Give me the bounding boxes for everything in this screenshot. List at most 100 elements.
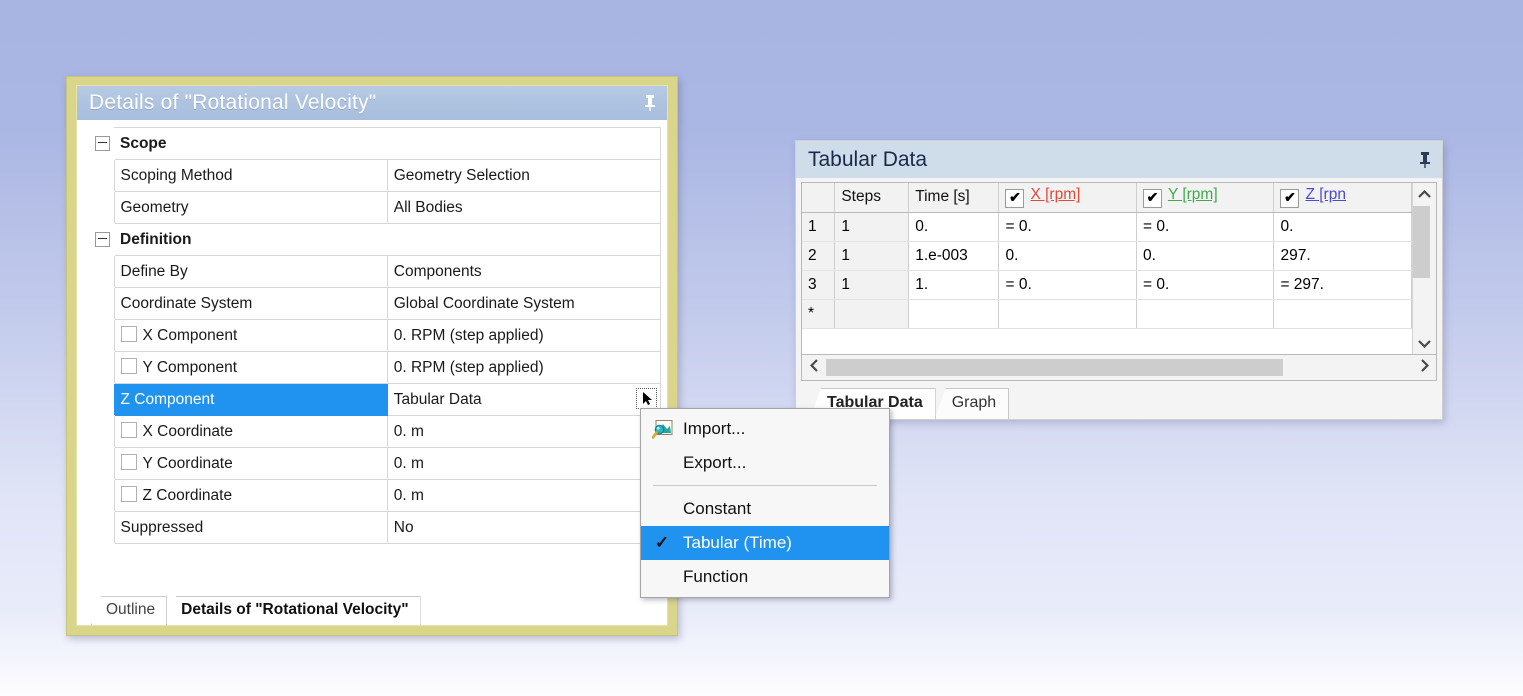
- property-value[interactable]: Geometry Selection: [386, 159, 662, 192]
- property-name: Z Coordinate: [142, 487, 233, 504]
- cell-z[interactable]: 0.: [1273, 212, 1412, 242]
- column-header-x[interactable]: ✔ X [rpm]: [998, 183, 1137, 213]
- table-row[interactable]: X Component 0. RPM (step applied): [83, 319, 662, 352]
- menu-item-export[interactable]: Export...: [641, 446, 889, 480]
- table-row[interactable]: 1 1 0. = 0. = 0. 0.: [802, 212, 1412, 242]
- tab-details[interactable]: Details of "Rotational Velocity": [166, 596, 421, 625]
- table-row[interactable]: Definition: [83, 223, 661, 256]
- table-row-selected[interactable]: Z Component Tabular Data: [83, 383, 662, 416]
- property-value[interactable]: No: [386, 511, 662, 544]
- table-row[interactable]: Y Component 0. RPM (step applied): [83, 351, 662, 384]
- column-header-z[interactable]: ✔ Z [rpn: [1273, 183, 1412, 213]
- property-checkbox[interactable]: [120, 486, 137, 502]
- table-row[interactable]: Z Coordinate 0. m: [83, 479, 662, 512]
- vertical-scrollbar[interactable]: [1412, 183, 1436, 354]
- cell-time[interactable]: 1.: [908, 270, 1000, 300]
- tabular-panel-title: Tabular Data: [808, 147, 928, 171]
- tab-outline[interactable]: Outline: [91, 596, 168, 625]
- chevron-down-icon[interactable]: [1413, 332, 1436, 354]
- cell-steps[interactable]: 1: [834, 212, 910, 242]
- row-number: 3: [802, 270, 836, 300]
- cell-time[interactable]: 0.: [908, 212, 1000, 242]
- tabular-tabbar: Tabular Data Graph: [796, 381, 1442, 419]
- table-row[interactable]: Scope: [83, 127, 661, 160]
- minus-expander[interactable]: [83, 223, 114, 256]
- column-header-time[interactable]: Time [s]: [908, 183, 1000, 213]
- pin-icon[interactable]: [643, 94, 657, 112]
- table-row[interactable]: Define By Components: [83, 255, 662, 288]
- property-checkbox[interactable]: [120, 358, 137, 374]
- cell-x[interactable]: [998, 299, 1137, 329]
- table-row[interactable]: X Coordinate 0. m: [83, 415, 662, 448]
- column-header-steps[interactable]: Steps: [834, 183, 910, 213]
- property-name: Suppressed: [113, 511, 388, 544]
- table-row[interactable]: Y Coordinate 0. m: [83, 447, 662, 480]
- row-number-new: *: [802, 299, 836, 329]
- cell-time[interactable]: [908, 299, 1000, 329]
- menu-item-constant[interactable]: Constant: [641, 492, 889, 526]
- cell-y[interactable]: = 0.: [1136, 270, 1275, 300]
- cell-x[interactable]: 0.: [998, 241, 1137, 271]
- chevron-up-icon[interactable]: [1413, 183, 1436, 205]
- chevron-left-icon[interactable]: [802, 359, 826, 376]
- property-value-z-component[interactable]: Tabular Data: [386, 383, 662, 416]
- cell-steps[interactable]: [834, 299, 910, 329]
- horizontal-scrollbar[interactable]: [801, 355, 1437, 381]
- cell-steps[interactable]: 1: [834, 241, 910, 271]
- cell-y[interactable]: [1136, 299, 1275, 329]
- table-row[interactable]: 2 1 1.e-003 0. 0. 297.: [802, 241, 1412, 271]
- column-checkbox-z[interactable]: ✔: [1280, 189, 1300, 209]
- cell-z[interactable]: 297.: [1273, 241, 1412, 271]
- table-row[interactable]: Suppressed No: [83, 511, 662, 544]
- menu-item-import[interactable]: Import...: [641, 412, 889, 446]
- row-gutter: [83, 159, 114, 192]
- property-value[interactable]: Global Coordinate System: [386, 287, 662, 320]
- column-checkbox-x[interactable]: ✔: [1005, 189, 1025, 209]
- vertical-scroll-track[interactable]: [1413, 205, 1436, 332]
- property-name-z-component[interactable]: Z Component: [113, 383, 388, 416]
- dropdown-arrow-button[interactable]: [636, 388, 657, 409]
- cell-time[interactable]: 1.e-003: [908, 241, 1000, 271]
- table-row[interactable]: Geometry All Bodies: [83, 191, 662, 224]
- chevron-right-icon[interactable]: [1412, 359, 1436, 376]
- menu-item-function[interactable]: Function: [641, 560, 889, 594]
- cell-x[interactable]: = 0.: [998, 270, 1137, 300]
- vertical-scroll-thumb[interactable]: [1413, 206, 1430, 278]
- table-row[interactable]: Scoping Method Geometry Selection: [83, 159, 662, 192]
- minus-expander[interactable]: [83, 127, 114, 160]
- property-checkbox[interactable]: [120, 326, 137, 342]
- menu-gutter-empty: [641, 492, 683, 526]
- pin-icon[interactable]: [1418, 151, 1432, 169]
- cell-x[interactable]: = 0.: [998, 212, 1137, 242]
- cell-y[interactable]: 0.: [1136, 241, 1275, 271]
- menu-item-label: Import...: [683, 419, 746, 438]
- tab-graph[interactable]: Graph: [934, 388, 1010, 419]
- horizontal-scroll-track[interactable]: [826, 359, 1412, 376]
- property-value[interactable]: 0. RPM (step applied): [386, 351, 662, 384]
- property-value[interactable]: Components: [386, 255, 662, 288]
- property-value[interactable]: 0. m: [386, 415, 662, 448]
- table-row[interactable]: Coordinate System Global Coordinate Syst…: [83, 287, 662, 320]
- cell-z[interactable]: [1273, 299, 1412, 329]
- property-value[interactable]: 0. m: [386, 479, 662, 512]
- cell-y[interactable]: = 0.: [1136, 212, 1275, 242]
- column-header-z-label: Z [rpn: [1305, 186, 1346, 204]
- cell-steps[interactable]: 1: [834, 270, 910, 300]
- horizontal-scroll-thumb[interactable]: [826, 359, 1284, 376]
- column-checkbox-y[interactable]: ✔: [1142, 189, 1162, 209]
- property-name: Geometry: [113, 191, 388, 224]
- property-value[interactable]: 0. m: [386, 447, 662, 480]
- menu-item-label: Constant: [683, 499, 752, 518]
- property-value[interactable]: 0. RPM (step applied): [386, 319, 662, 352]
- column-header-y[interactable]: ✔ Y [rpm]: [1136, 183, 1275, 213]
- menu-item-tabular-time[interactable]: ✓ Tabular (Time): [641, 526, 889, 560]
- property-checkbox[interactable]: [120, 422, 137, 438]
- details-properties-area: Scope Scoping Method Geometry Selection …: [77, 120, 667, 591]
- property-value[interactable]: All Bodies: [386, 191, 662, 224]
- table-row[interactable]: 3 1 1. = 0. = 0. = 297.: [802, 270, 1412, 300]
- cell-z[interactable]: = 297.: [1273, 270, 1412, 300]
- group-header-label: Scope: [114, 127, 661, 160]
- row-gutter: [83, 415, 114, 448]
- table-row-new[interactable]: *: [802, 299, 1412, 329]
- property-checkbox[interactable]: [120, 454, 137, 470]
